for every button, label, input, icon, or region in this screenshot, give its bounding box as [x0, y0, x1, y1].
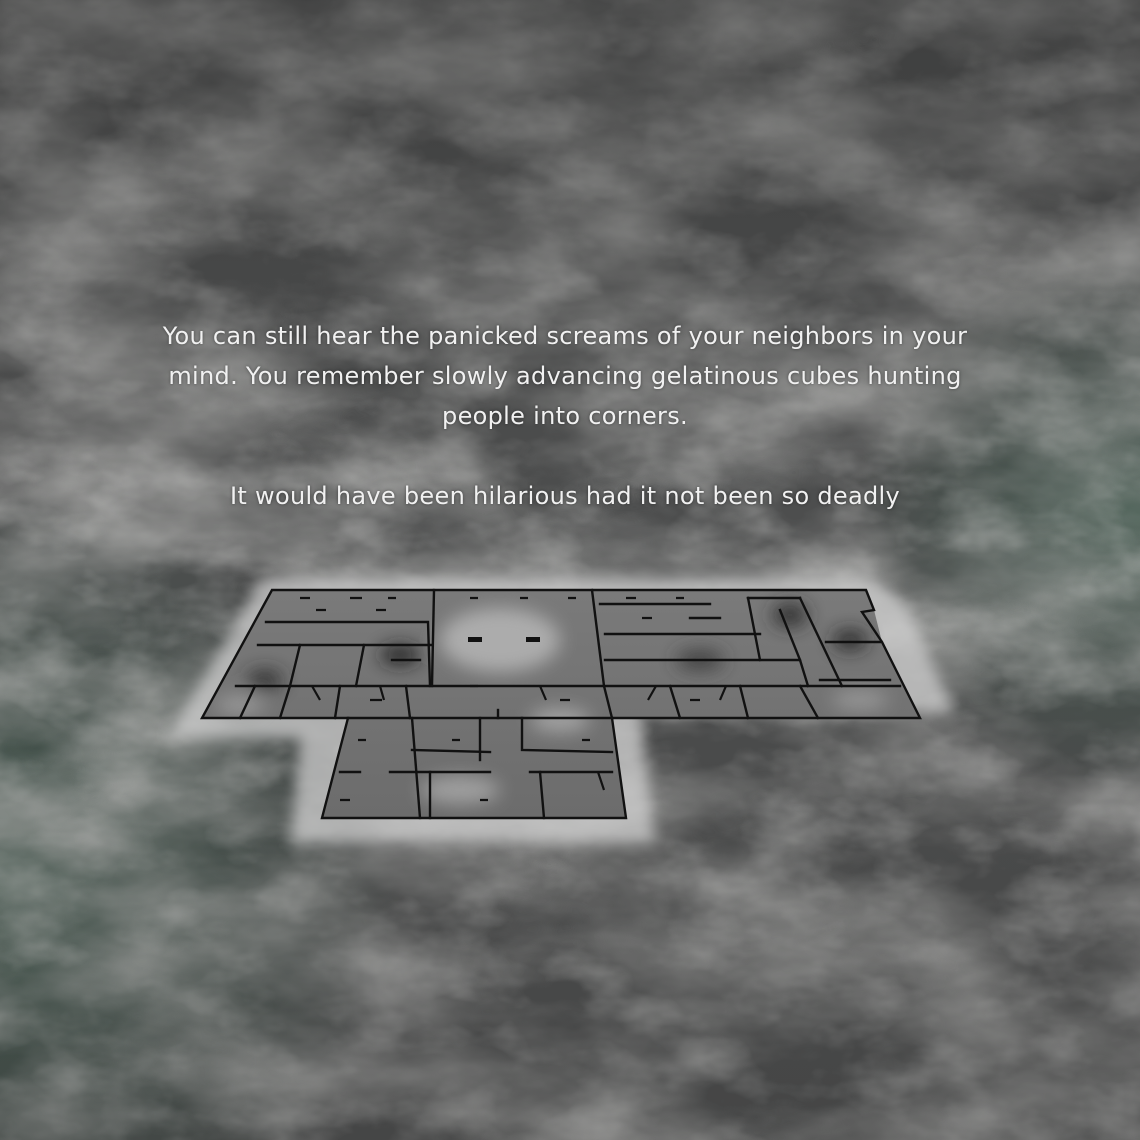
- story-text-paragraph-1: You can still hear the panicked screams …: [162, 322, 968, 430]
- dungeon-map: [168, 578, 955, 842]
- story-text-paragraph-2: It would have been hilarious had it not …: [230, 482, 900, 510]
